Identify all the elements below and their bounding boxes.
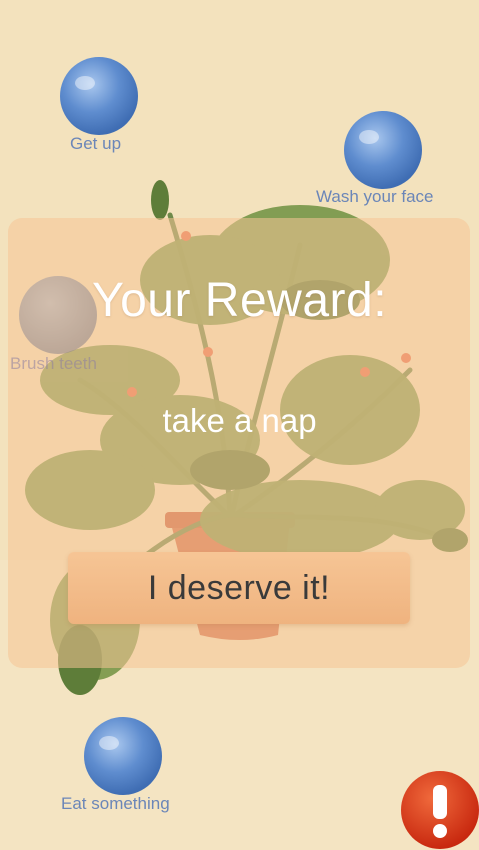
bubble-get-up-icon[interactable] — [58, 55, 140, 137]
exclamation-icon[interactable] — [400, 770, 479, 850]
reward-title: Your Reward: — [91, 274, 388, 327]
reward-text: take a nap — [162, 402, 317, 439]
bubble-eat-something-icon[interactable] — [82, 715, 164, 797]
task-label-wash-face: Wash your face — [316, 187, 434, 206]
task-label-eat-something: Eat something — [61, 794, 170, 813]
deserve-it-button[interactable]: I deserve it! — [68, 552, 410, 624]
task-label-brush-teeth: Brush teeth — [10, 354, 97, 373]
bubble-wash-face-icon[interactable] — [342, 110, 424, 190]
task-label-get-up: Get up — [70, 134, 122, 153]
